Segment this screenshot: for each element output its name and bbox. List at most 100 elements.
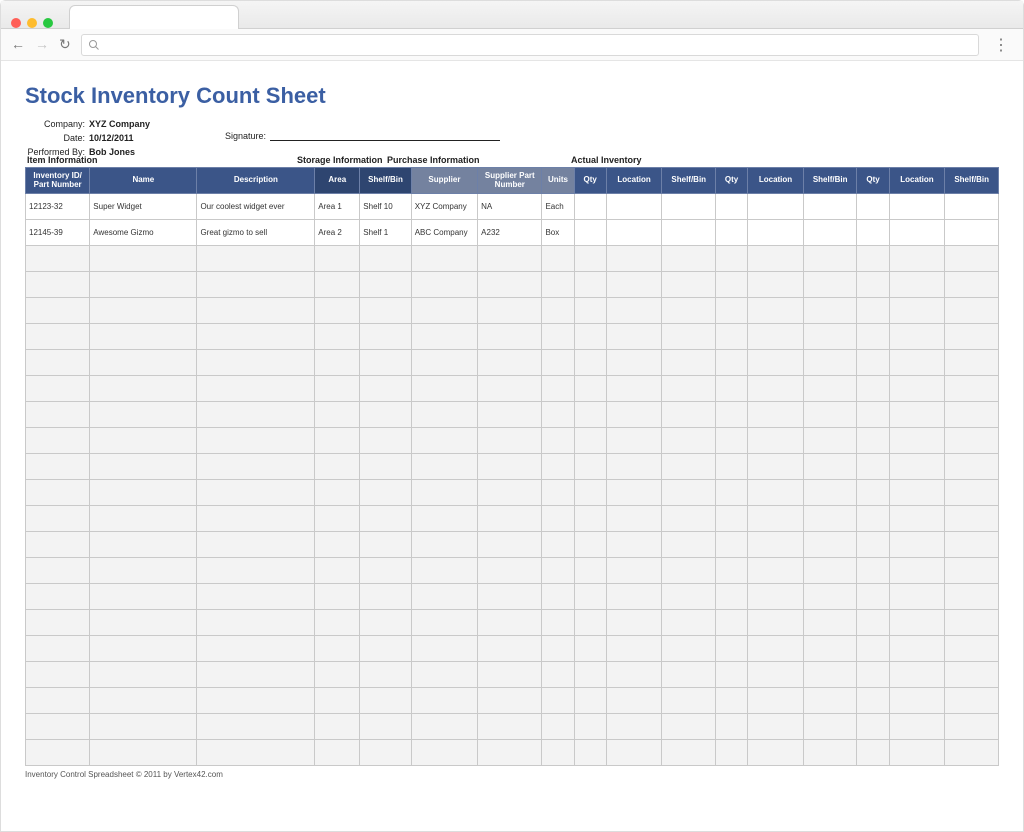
table-cell[interactable] bbox=[90, 532, 197, 558]
table-cell[interactable] bbox=[360, 558, 411, 584]
table-cell[interactable] bbox=[478, 350, 542, 376]
table-cell[interactable] bbox=[857, 194, 889, 220]
table-cell[interactable] bbox=[574, 376, 606, 402]
table-cell[interactable] bbox=[90, 714, 197, 740]
table-cell[interactable] bbox=[197, 246, 315, 272]
table-cell[interactable] bbox=[945, 298, 999, 324]
table-cell[interactable] bbox=[574, 714, 606, 740]
table-cell[interactable] bbox=[606, 454, 662, 480]
table-cell[interactable] bbox=[360, 506, 411, 532]
table-cell[interactable] bbox=[542, 324, 574, 350]
table-cell[interactable] bbox=[606, 402, 662, 428]
table-cell[interactable] bbox=[857, 220, 889, 246]
table-cell[interactable] bbox=[90, 428, 197, 454]
table-cell[interactable] bbox=[716, 584, 748, 610]
table-cell[interactable] bbox=[945, 194, 999, 220]
table-cell[interactable] bbox=[857, 532, 889, 558]
table-cell[interactable] bbox=[748, 584, 804, 610]
table-cell[interactable] bbox=[90, 558, 197, 584]
table-cell[interactable] bbox=[889, 558, 945, 584]
table-cell[interactable] bbox=[315, 610, 360, 636]
table-cell[interactable] bbox=[662, 272, 716, 298]
table-cell[interactable] bbox=[26, 558, 90, 584]
table-cell[interactable] bbox=[315, 350, 360, 376]
forward-icon[interactable]: → bbox=[35, 36, 49, 53]
table-cell[interactable] bbox=[542, 636, 574, 662]
table-cell[interactable]: 12145-39 bbox=[26, 220, 90, 246]
table-cell[interactable] bbox=[748, 246, 804, 272]
table-cell[interactable] bbox=[803, 532, 857, 558]
table-cell[interactable] bbox=[716, 324, 748, 350]
table-cell[interactable] bbox=[197, 688, 315, 714]
table-cell[interactable] bbox=[26, 480, 90, 506]
table-cell[interactable] bbox=[26, 610, 90, 636]
table-cell[interactable] bbox=[478, 480, 542, 506]
table-cell[interactable] bbox=[748, 480, 804, 506]
table-cell[interactable] bbox=[662, 688, 716, 714]
table-cell[interactable] bbox=[315, 662, 360, 688]
table-cell[interactable] bbox=[748, 272, 804, 298]
back-icon[interactable]: ← bbox=[11, 36, 25, 53]
table-cell[interactable] bbox=[411, 324, 477, 350]
table-cell[interactable] bbox=[26, 714, 90, 740]
table-cell[interactable] bbox=[716, 636, 748, 662]
table-cell[interactable]: Each bbox=[542, 194, 574, 220]
table-cell[interactable] bbox=[478, 610, 542, 636]
table-cell[interactable] bbox=[748, 298, 804, 324]
table-cell[interactable] bbox=[945, 454, 999, 480]
table-cell[interactable] bbox=[606, 350, 662, 376]
table-cell[interactable] bbox=[197, 506, 315, 532]
table-cell[interactable] bbox=[803, 636, 857, 662]
table-cell[interactable] bbox=[90, 402, 197, 428]
table-cell[interactable] bbox=[716, 194, 748, 220]
table-cell[interactable] bbox=[197, 454, 315, 480]
browser-tab[interactable] bbox=[69, 5, 239, 29]
table-cell[interactable]: Shelf 10 bbox=[360, 194, 411, 220]
table-cell[interactable] bbox=[606, 194, 662, 220]
table-cell[interactable] bbox=[662, 324, 716, 350]
table-cell[interactable] bbox=[574, 584, 606, 610]
table-cell[interactable] bbox=[606, 272, 662, 298]
table-cell[interactable] bbox=[90, 298, 197, 324]
table-cell[interactable] bbox=[90, 350, 197, 376]
table-cell[interactable] bbox=[803, 324, 857, 350]
table-cell[interactable]: Box bbox=[542, 220, 574, 246]
table-cell[interactable] bbox=[360, 246, 411, 272]
table-cell[interactable]: A232 bbox=[478, 220, 542, 246]
table-cell[interactable] bbox=[411, 298, 477, 324]
table-cell[interactable] bbox=[315, 246, 360, 272]
table-cell[interactable] bbox=[857, 402, 889, 428]
table-cell[interactable] bbox=[542, 298, 574, 324]
table-cell[interactable] bbox=[360, 636, 411, 662]
reload-icon[interactable]: ↻ bbox=[59, 36, 71, 53]
table-cell[interactable] bbox=[315, 480, 360, 506]
table-cell[interactable] bbox=[542, 376, 574, 402]
table-cell[interactable] bbox=[857, 558, 889, 584]
table-cell[interactable] bbox=[748, 610, 804, 636]
table-cell[interactable] bbox=[315, 506, 360, 532]
table-cell[interactable] bbox=[803, 428, 857, 454]
table-cell[interactable] bbox=[662, 558, 716, 584]
table-cell[interactable] bbox=[542, 402, 574, 428]
table-cell[interactable] bbox=[197, 584, 315, 610]
table-cell[interactable] bbox=[857, 376, 889, 402]
table-cell[interactable] bbox=[748, 194, 804, 220]
table-cell[interactable] bbox=[542, 454, 574, 480]
table-cell[interactable] bbox=[803, 350, 857, 376]
table-cell[interactable] bbox=[606, 376, 662, 402]
table-cell[interactable] bbox=[857, 298, 889, 324]
table-cell[interactable] bbox=[411, 246, 477, 272]
table-cell[interactable] bbox=[716, 480, 748, 506]
table-cell[interactable] bbox=[803, 558, 857, 584]
table-cell[interactable] bbox=[90, 610, 197, 636]
table-cell[interactable] bbox=[803, 584, 857, 610]
table-cell[interactable] bbox=[803, 194, 857, 220]
table-cell[interactable] bbox=[889, 506, 945, 532]
table-cell[interactable] bbox=[574, 688, 606, 714]
table-cell[interactable] bbox=[574, 454, 606, 480]
table-cell[interactable] bbox=[945, 610, 999, 636]
table-cell[interactable] bbox=[574, 298, 606, 324]
table-cell[interactable] bbox=[315, 688, 360, 714]
table-cell[interactable] bbox=[26, 506, 90, 532]
table-cell[interactable] bbox=[716, 714, 748, 740]
